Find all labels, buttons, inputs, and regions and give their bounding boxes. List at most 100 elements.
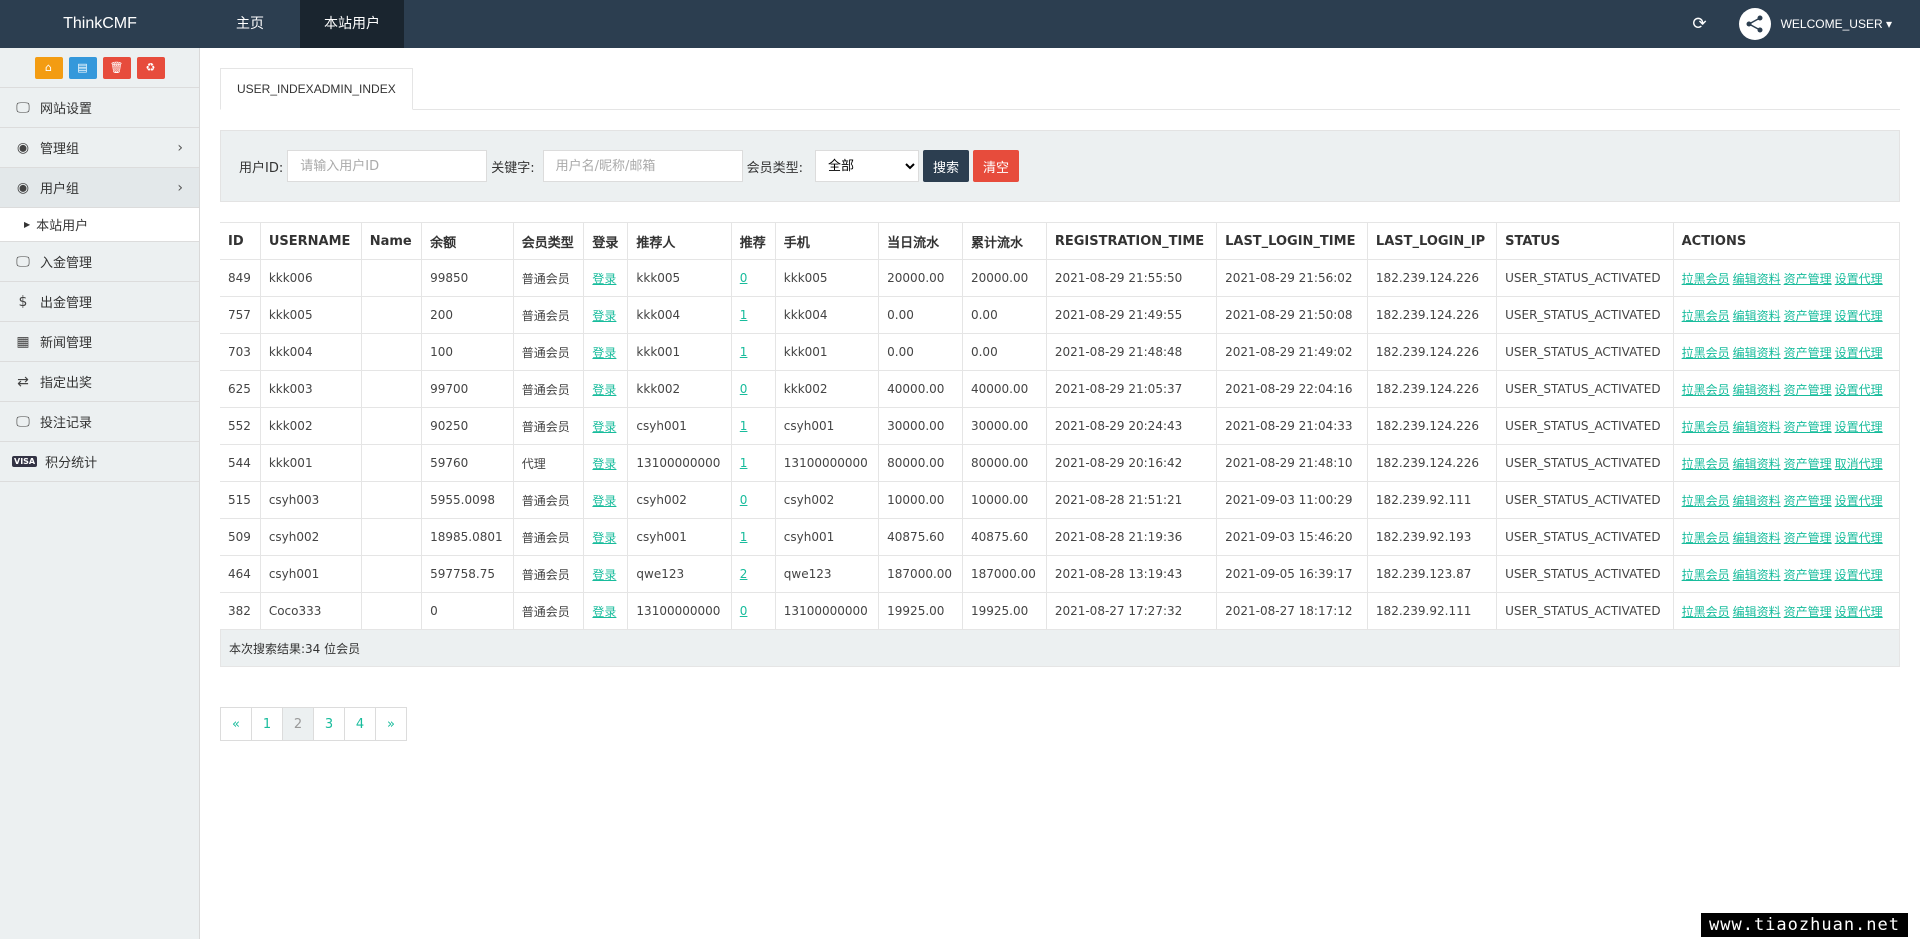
recycle-icon[interactable]: ♻ [136, 56, 165, 79]
edit-profile-link[interactable]: 编辑资料 [1733, 272, 1781, 286]
agent-toggle-link[interactable]: 取消代理 [1835, 457, 1883, 471]
trash-icon[interactable]: 🗑 [102, 56, 131, 79]
agent-toggle-link[interactable]: 设置代理 [1835, 531, 1883, 545]
sidebar-subitem-site-users[interactable]: ▶ 本站用户 [0, 208, 199, 242]
search-button[interactable]: 搜索 [923, 150, 970, 182]
cell-type: 普通会员 [512, 481, 585, 519]
sidebar-item-user-group[interactable]: ◉ 用户组 › [0, 168, 199, 208]
page-4[interactable]: 4 [344, 707, 376, 741]
page-1[interactable]: 1 [251, 707, 283, 741]
blacklist-link[interactable]: 拉黑会员 [1682, 605, 1730, 619]
blacklist-link[interactable]: 拉黑会员 [1682, 457, 1730, 471]
sidebar-item-news[interactable]: ▦ 新闻管理 [0, 322, 199, 362]
login-link[interactable]: 登录 [592, 494, 616, 508]
blacklist-link[interactable]: 拉黑会员 [1682, 309, 1730, 323]
page-2[interactable]: 2 [282, 707, 314, 741]
referrals-link[interactable]: 1 [740, 345, 748, 359]
referrals-link[interactable]: 0 [740, 604, 748, 618]
brand-logo[interactable]: ThinkCMF [0, 15, 200, 33]
refresh-icon[interactable]: ⟳ [1692, 14, 1706, 34]
blacklist-link[interactable]: 拉黑会员 [1682, 420, 1730, 434]
page-next[interactable]: » [375, 707, 407, 741]
blacklist-link[interactable]: 拉黑会员 [1682, 568, 1730, 582]
asset-management-link[interactable]: 资产管理 [1784, 494, 1832, 508]
asset-management-link[interactable]: 资产管理 [1784, 605, 1832, 619]
agent-toggle-link[interactable]: 设置代理 [1835, 605, 1883, 619]
edit-profile-link[interactable]: 编辑资料 [1733, 605, 1781, 619]
cell-balance: 597758.75 [421, 555, 514, 593]
sidebar-item-points[interactable]: VISA 积分统计 [0, 442, 199, 482]
asset-management-link[interactable]: 资产管理 [1784, 309, 1832, 323]
asset-management-link[interactable]: 资产管理 [1784, 383, 1832, 397]
blacklist-link[interactable]: 拉黑会员 [1682, 383, 1730, 397]
edit-profile-link[interactable]: 编辑资料 [1733, 383, 1781, 397]
keyword-input[interactable] [542, 150, 743, 182]
nav-site-users[interactable]: 本站用户 [300, 0, 404, 48]
agent-toggle-link[interactable]: 设置代理 [1835, 346, 1883, 360]
cell-username: kkk006 [259, 259, 362, 297]
edit-profile-link[interactable]: 编辑资料 [1733, 494, 1781, 508]
edit-profile-link[interactable]: 编辑资料 [1733, 457, 1781, 471]
referrals-link[interactable]: 0 [740, 382, 748, 396]
agent-toggle-link[interactable]: 设置代理 [1835, 309, 1883, 323]
cell-total: 10000.00 [961, 481, 1047, 519]
asset-management-link[interactable]: 资产管理 [1784, 272, 1832, 286]
login-link[interactable]: 登录 [592, 568, 616, 582]
login-link[interactable]: 登录 [592, 272, 616, 286]
asset-management-link[interactable]: 资产管理 [1784, 568, 1832, 582]
page-3[interactable]: 3 [313, 707, 345, 741]
referrals-link[interactable]: 2 [740, 567, 748, 581]
sidebar-item-bets[interactable]: 🖵 投注记录 [0, 402, 199, 442]
edit-profile-link[interactable]: 编辑资料 [1733, 346, 1781, 360]
sidebar-item-prize[interactable]: ⇄ 指定出奖 [0, 362, 199, 402]
edit-profile-link[interactable]: 编辑资料 [1733, 309, 1781, 323]
login-link[interactable]: 登录 [592, 531, 616, 545]
member-type-select[interactable]: 全部 [815, 150, 920, 182]
clear-button[interactable]: 清空 [973, 150, 1020, 182]
referrals-link[interactable]: 1 [740, 308, 748, 322]
page-prev[interactable]: « [220, 707, 252, 741]
asset-management-link[interactable]: 资产管理 [1784, 420, 1832, 434]
agent-toggle-link[interactable]: 设置代理 [1835, 494, 1883, 508]
login-link[interactable]: 登录 [592, 383, 616, 397]
asset-management-link[interactable]: 资产管理 [1784, 457, 1832, 471]
sidebar-item-site-settings[interactable]: 🖵 网站设置 [0, 88, 199, 128]
login-link[interactable]: 登录 [592, 309, 616, 323]
login-link[interactable]: 登录 [592, 420, 616, 434]
referrals-link[interactable]: 0 [740, 271, 748, 285]
nav-home[interactable]: 主页 [200, 0, 300, 48]
cell-balance: 100 [421, 333, 514, 371]
blacklist-link[interactable]: 拉黑会员 [1682, 494, 1730, 508]
referrals-link[interactable]: 1 [740, 419, 748, 433]
user-menu[interactable]: WELCOME_USER ▾ [1781, 17, 1892, 31]
referrals-link[interactable]: 1 [740, 530, 748, 544]
edit-profile-link[interactable]: 编辑资料 [1733, 531, 1781, 545]
sidebar-item-label: 入金管理 [40, 256, 93, 271]
avatar[interactable] [1738, 8, 1771, 40]
agent-toggle-link[interactable]: 设置代理 [1835, 383, 1883, 397]
tab-user-index[interactable]: USER_INDEXADMIN_INDEX [220, 68, 413, 110]
sidebar-item-admin-group[interactable]: ◉ 管理组 › [0, 128, 199, 168]
agent-toggle-link[interactable]: 设置代理 [1835, 272, 1883, 286]
sidebar-item-withdraw[interactable]: $ 出金管理 [0, 282, 199, 322]
referrals-link[interactable]: 0 [740, 493, 748, 507]
cell-ip: 182.239.124.226 [1366, 444, 1498, 482]
blacklist-link[interactable]: 拉黑会员 [1682, 272, 1730, 286]
asset-management-link[interactable]: 资产管理 [1784, 531, 1832, 545]
user-id-input[interactable] [287, 150, 488, 182]
agent-toggle-link[interactable]: 设置代理 [1835, 420, 1883, 434]
login-link[interactable]: 登录 [592, 346, 616, 360]
referrals-link[interactable]: 1 [740, 456, 748, 470]
asset-management-link[interactable]: 资产管理 [1784, 346, 1832, 360]
edit-profile-link[interactable]: 编辑资料 [1733, 568, 1781, 582]
agent-toggle-link[interactable]: 设置代理 [1835, 568, 1883, 582]
sidebar-item-deposit[interactable]: 🖵 入金管理 [0, 242, 199, 282]
cell-name [360, 259, 423, 297]
blacklist-link[interactable]: 拉黑会员 [1682, 346, 1730, 360]
login-link[interactable]: 登录 [592, 605, 616, 619]
blacklist-link[interactable]: 拉黑会员 [1682, 531, 1730, 545]
file-icon[interactable]: ▤ [68, 56, 97, 79]
edit-profile-link[interactable]: 编辑资料 [1733, 420, 1781, 434]
home-icon[interactable]: ⌂ [34, 56, 63, 79]
login-link[interactable]: 登录 [592, 457, 616, 471]
